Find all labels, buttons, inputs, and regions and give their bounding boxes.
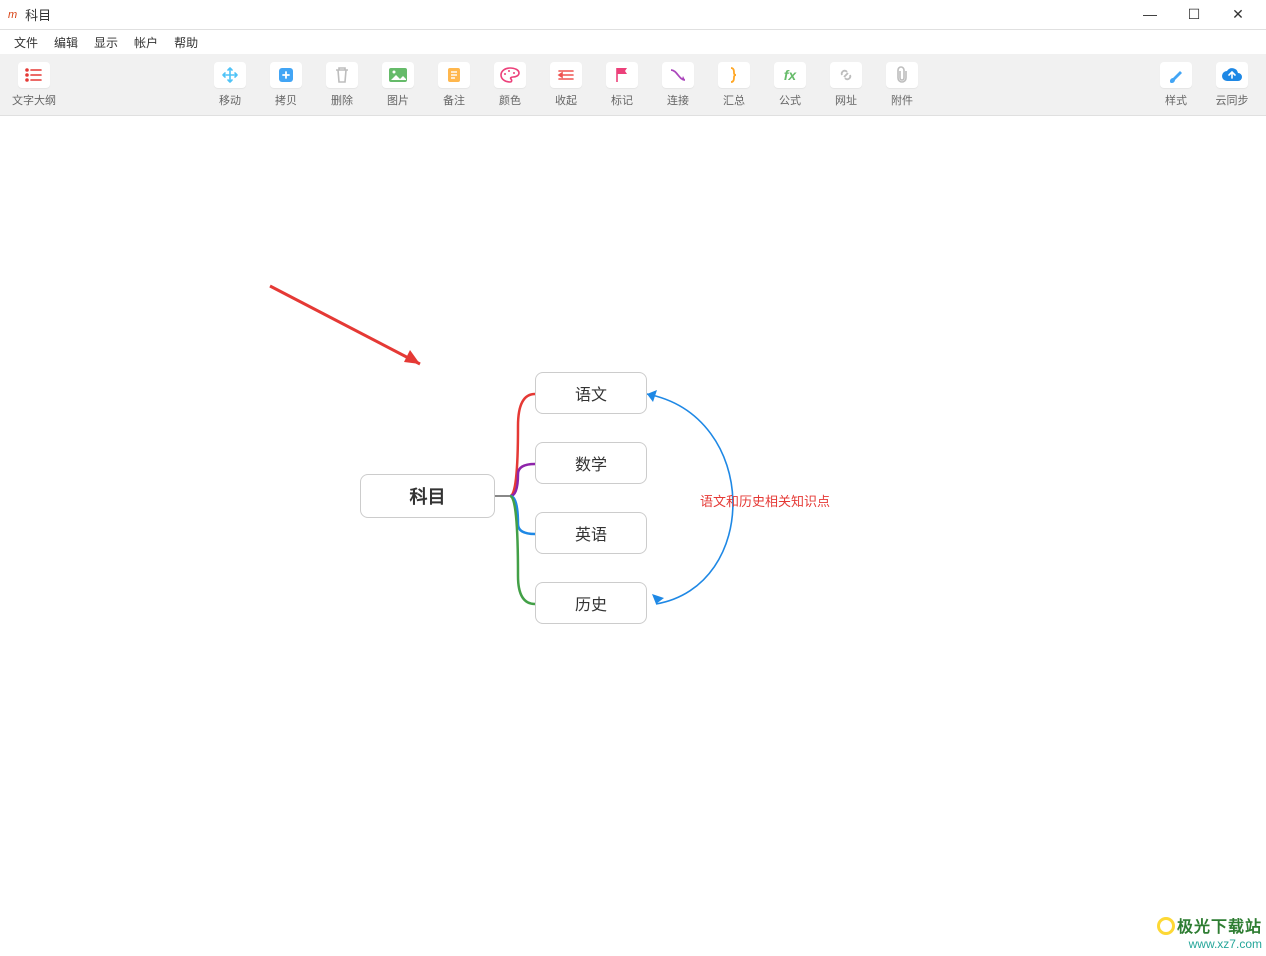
copy-icon — [270, 62, 302, 88]
image-icon — [382, 62, 414, 88]
outline-button[interactable]: 文字大纲 — [10, 58, 58, 112]
brace-icon — [718, 62, 750, 88]
menubar: 文件 编辑 显示 帐户 帮助 — [0, 30, 1266, 54]
formula-button[interactable]: fx 公式 — [766, 58, 814, 112]
toolbar: 文字大纲 移动 拷贝 删除 图片 — [0, 54, 1266, 116]
note-button[interactable]: 备注 — [430, 58, 478, 112]
connection-annotation[interactable]: 语文和历史相关知识点 — [700, 491, 830, 510]
note-icon — [438, 62, 470, 88]
watermark: 极光下载站 www.xz7.com — [1157, 913, 1262, 951]
menu-view[interactable]: 显示 — [86, 32, 126, 53]
titlebar: m 科目 — ☐ ✕ — [0, 0, 1266, 30]
menu-account[interactable]: 帐户 — [126, 32, 166, 53]
summary-button[interactable]: 汇总 — [710, 58, 758, 112]
mindmap-canvas[interactable]: 科目 语文 数学 英语 历史 语文和历史相关知识点 极光下载站 www.xz7.… — [0, 116, 1266, 953]
style-button[interactable]: 样式 — [1152, 58, 1200, 112]
menu-file[interactable]: 文件 — [6, 32, 46, 53]
link-icon — [830, 62, 862, 88]
flag-icon — [606, 62, 638, 88]
child-node-3[interactable]: 历史 — [535, 582, 647, 624]
minimize-button[interactable]: — — [1136, 6, 1164, 23]
url-button[interactable]: 网址 — [822, 58, 870, 112]
watermark-url: www.xz7.com — [1157, 937, 1262, 951]
move-button[interactable]: 移动 — [206, 58, 254, 112]
close-button[interactable]: ✕ — [1224, 6, 1252, 23]
move-icon — [214, 62, 246, 88]
collapse-icon — [550, 62, 582, 88]
image-button[interactable]: 图片 — [374, 58, 422, 112]
collapse-button[interactable]: 收起 — [542, 58, 590, 112]
connect-icon — [662, 62, 694, 88]
window-title: 科目 — [25, 5, 51, 24]
copy-button[interactable]: 拷贝 — [262, 58, 310, 112]
outline-label: 文字大纲 — [12, 92, 56, 108]
cloud-sync-button[interactable]: 云同步 — [1208, 58, 1256, 112]
child-node-0[interactable]: 语文 — [535, 372, 647, 414]
app-icon: m — [8, 9, 17, 21]
trash-icon — [326, 62, 358, 88]
connect-button[interactable]: 连接 — [654, 58, 702, 112]
paperclip-icon — [886, 62, 918, 88]
menu-edit[interactable]: 编辑 — [46, 32, 86, 53]
maximize-button[interactable]: ☐ — [1180, 6, 1208, 23]
mark-button[interactable]: 标记 — [598, 58, 646, 112]
child-node-1[interactable]: 数学 — [535, 442, 647, 484]
list-icon — [18, 62, 50, 88]
cloud-icon — [1216, 62, 1248, 88]
attachment-button[interactable]: 附件 — [878, 58, 926, 112]
watermark-brand: 极光下载站 — [1177, 919, 1262, 936]
root-node[interactable]: 科目 — [360, 474, 495, 518]
brush-icon — [1160, 62, 1192, 88]
formula-icon: fx — [774, 62, 806, 88]
child-node-2[interactable]: 英语 — [535, 512, 647, 554]
color-button[interactable]: 颜色 — [486, 58, 534, 112]
palette-icon — [494, 62, 526, 88]
menu-help[interactable]: 帮助 — [166, 32, 206, 53]
delete-button[interactable]: 删除 — [318, 58, 366, 112]
